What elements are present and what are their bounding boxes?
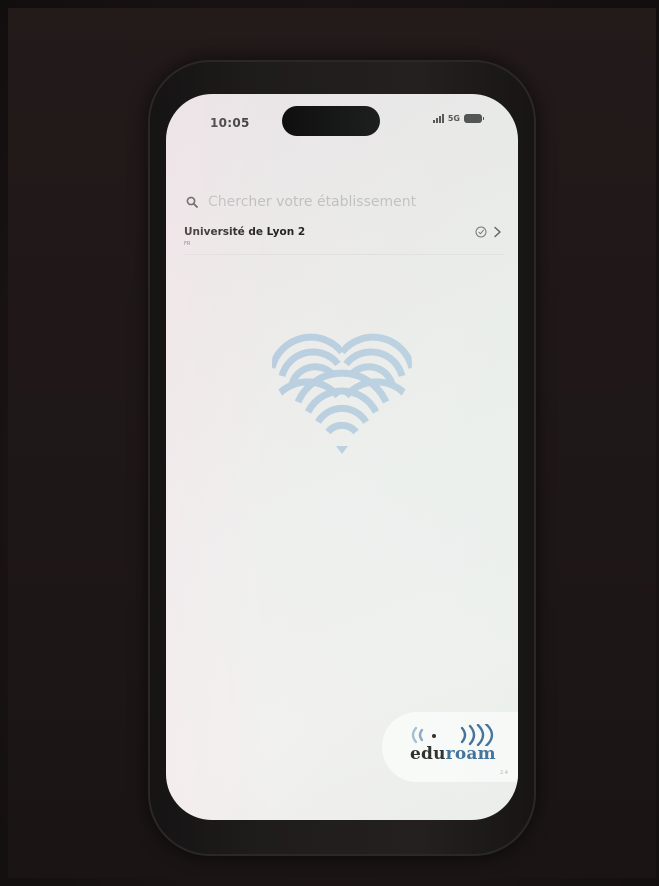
institution-actions — [475, 226, 502, 238]
battery-icon — [464, 114, 484, 123]
search-input[interactable] — [208, 194, 468, 210]
eduroam-logo: eduroam 2.4 — [382, 712, 518, 782]
photo-background: 10:05 5G Chercher votre établissement Un… — [8, 8, 656, 878]
wordmark-roam: roam — [445, 744, 496, 764]
network-type: 5G — [447, 114, 460, 123]
chevron-right-icon[interactable] — [493, 226, 502, 238]
institution-country: FR — [184, 241, 191, 247]
phone-device: 10:05 5G Chercher votre établissement Un… — [148, 60, 536, 856]
status-indicators: 5G — [432, 114, 484, 123]
eduroam-wordmark: eduroam — [410, 744, 496, 764]
app-version: 2.4 — [500, 770, 508, 776]
signal-icon — [432, 114, 444, 123]
check-circle-icon[interactable] — [475, 226, 487, 238]
eduroam-heart-icon — [272, 333, 412, 454]
status-time: 10:05 — [210, 116, 250, 130]
search-icon — [186, 196, 198, 208]
wifi-waves-icon — [411, 724, 494, 746]
phone-screen: 10:05 5G Chercher votre établissement Un… — [166, 94, 518, 820]
institution-name: Université de Lyon 2 — [184, 226, 306, 238]
wordmark-edu: edu — [410, 744, 446, 764]
institution-item[interactable]: Université de Lyon 2 FR — [184, 224, 504, 255]
dynamic-island — [282, 106, 380, 136]
status-bar: 10:05 5G — [166, 94, 518, 142]
search-bar[interactable] — [186, 194, 468, 210]
